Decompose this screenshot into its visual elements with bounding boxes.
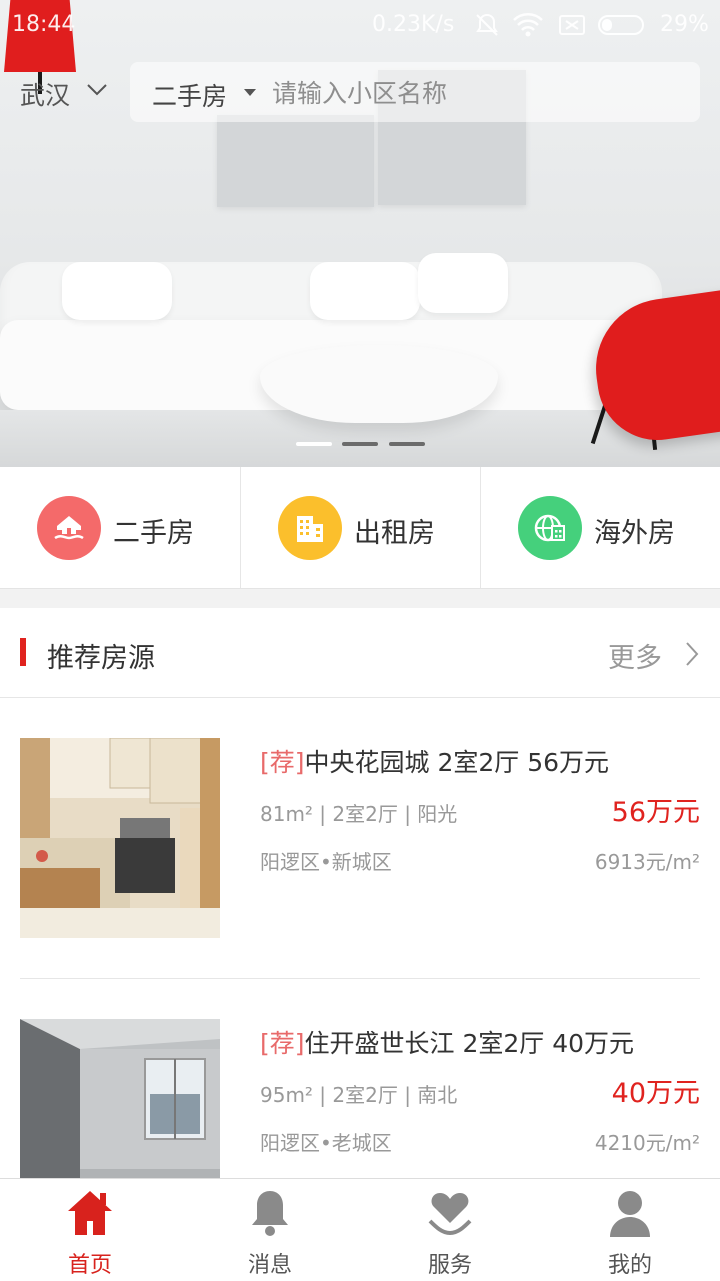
search-bar: 武汉 二手房 [0,62,720,122]
category-rent[interactable]: 出租房 [240,467,480,588]
building-icon [278,496,342,560]
listing-area: 阳逻区•老城区 [260,1131,392,1155]
listing-title-text: 住开盛世长江 2室2厅 40万元 [304,1029,635,1058]
recommend-section: 推荐房源 更多 [荐]中央花园城 2室2厅 56万元 81m² | 2室2厅 |… [0,608,720,1219]
listing-photo-kitchen [20,738,220,938]
listing-price: 40万元 [611,1078,700,1109]
tab-profile[interactable]: 我的 [540,1179,720,1281]
battery-icon [598,15,644,35]
more-link[interactable]: 更多 [608,636,662,675]
tab-messages[interactable]: 消息 [180,1179,360,1281]
recommend-tag: [荐] [260,1029,305,1058]
carousel-dot[interactable] [389,442,425,446]
carousel-dots [296,442,426,448]
cushion [310,262,420,320]
recommend-tag: [荐] [260,748,305,777]
tab-label: 服务 [427,1253,472,1278]
category-overseas[interactable]: 海外房 [480,467,720,588]
search-input[interactable] [270,72,674,114]
tab-label: 我的 [607,1253,652,1278]
carousel-dot[interactable] [342,442,378,446]
globe-building-icon [518,496,582,560]
cushion [62,262,172,320]
section-title: 推荐房源 [47,643,155,674]
city-selector[interactable]: 武汉 [20,76,70,112]
status-time: 18:44 [12,12,76,37]
category-second-hand[interactable]: 二手房 [0,467,239,588]
wall-art-left [217,115,374,207]
category-label: 出租房 [354,518,435,549]
chevron-down-icon[interactable] [86,82,107,98]
battery-percent: 29% [660,12,709,37]
listing-item[interactable]: [荐]中央花园城 2室2厅 56万元 81m² | 2室2厅 | 阳光 56万元… [0,698,720,978]
wifi-icon [512,12,544,44]
tab-label: 首页 [67,1253,112,1278]
listing-meta: 81m² | 2室2厅 | 阳光 [260,802,458,826]
heart-hand-icon [428,1193,472,1236]
listing-meta: 95m² | 2室2厅 | 南北 [260,1083,458,1107]
section-accent-bar [20,638,26,666]
tab-home[interactable]: 首页 [0,1179,180,1281]
listing-area: 阳逻区•新城区 [260,850,392,874]
home-icon [68,1191,112,1235]
recommend-header: 推荐房源 更多 [0,608,720,698]
search-box: 二手房 [130,62,700,122]
listing-unit-price: 6913元/m² [594,850,700,874]
caret-down-icon[interactable] [244,89,256,96]
mute-icon [474,12,500,44]
carousel-dot[interactable] [296,442,332,446]
sim-icon [558,12,586,44]
user-icon [610,1191,650,1237]
bell-icon [252,1191,288,1236]
category-label: 二手房 [113,518,194,549]
listing-title: [荐]住开盛世长江 2室2厅 40万元 [260,1024,634,1060]
house-type-selector[interactable]: 二手房 [152,77,227,113]
coffee-table [260,345,498,423]
category-row: 二手房 出租房 海外房 [0,467,720,589]
tab-label: 消息 [247,1253,292,1278]
cushion [418,253,508,313]
listing-unit-price: 4210元/m² [594,1131,700,1155]
listing-title-text: 中央花园城 2室2厅 56万元 [304,748,610,777]
listing-price: 56万元 [611,797,700,828]
network-speed: 0.23K/s [372,12,455,37]
category-label: 海外房 [594,518,675,549]
tab-services[interactable]: 服务 [360,1179,540,1281]
bottom-tab-bar: 首页 消息 服务 我的 [0,1178,720,1281]
listing-title: [荐]中央花园城 2室2厅 56万元 [260,743,609,779]
chevron-right-icon[interactable] [684,641,700,671]
house-hand-icon [37,496,101,560]
status-bar: 18:44 0.23K/s 29% [0,0,720,52]
